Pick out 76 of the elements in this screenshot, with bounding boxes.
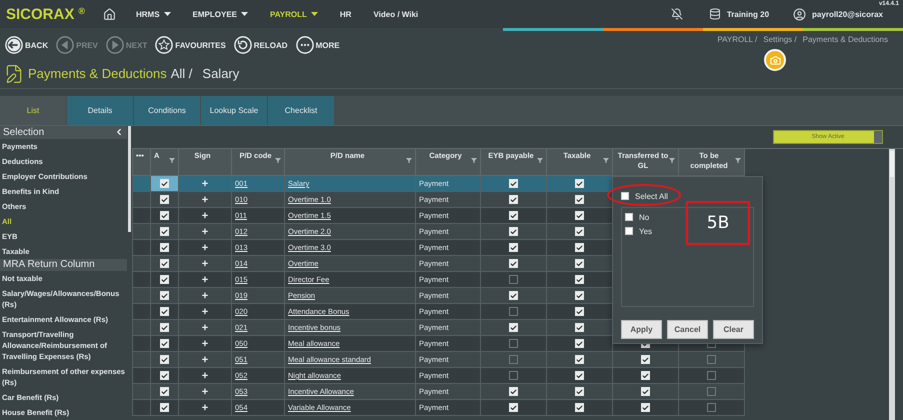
filter-icon[interactable] — [275, 158, 281, 163]
filter-icon[interactable] — [735, 158, 741, 163]
popup-button[interactable]: Clear — [713, 320, 754, 339]
plus-sign: + — [202, 242, 208, 254]
tab[interactable]: Lookup Scale — [201, 96, 267, 125]
checkbox[interactable] — [707, 371, 716, 380]
plus-sign: + — [202, 274, 208, 286]
section-title: Selection — [3, 126, 44, 138]
caret-icon — [241, 12, 248, 16]
plus-sign: + — [202, 210, 208, 222]
plus-sign: + — [202, 290, 208, 302]
checkbox[interactable] — [509, 371, 518, 380]
checkbox[interactable] — [509, 339, 518, 348]
plus-sign: + — [202, 338, 208, 350]
popup-button[interactable]: Cancel — [667, 320, 708, 339]
plus-sign: + — [202, 386, 208, 398]
plus-sign: + — [202, 178, 208, 190]
tab[interactable]: List — [0, 96, 66, 125]
caret-icon — [310, 12, 318, 16]
plus-sign: + — [202, 306, 208, 318]
filter-icon[interactable] — [603, 158, 609, 163]
database-icon — [708, 8, 721, 20]
filter-icon[interactable] — [471, 158, 477, 163]
more-icon — [296, 36, 314, 54]
breadcrumb-link[interactable]: PAYROLL / — [717, 35, 758, 44]
section-title: MRA Return Column — [3, 259, 95, 270]
filter-icon[interactable] — [406, 158, 412, 163]
home-icon[interactable] — [102, 8, 116, 20]
popup-button[interactable]: Apply — [621, 320, 662, 339]
nav-menu-item[interactable]: HRMS — [136, 10, 171, 18]
document-edit-icon — [4, 64, 24, 84]
back-arrow-icon — [5, 36, 23, 54]
database-name: Training 20 — [726, 10, 770, 18]
annotation-label: 5B — [686, 201, 750, 245]
plus-sign: + — [202, 258, 208, 270]
tab[interactable]: Checklist — [268, 96, 334, 125]
plus-sign: + — [202, 194, 208, 206]
filter-icon[interactable] — [669, 158, 675, 163]
checkbox[interactable] — [707, 355, 716, 364]
select-all-option[interactable]: Select All — [621, 189, 754, 203]
plus-sign: + — [202, 402, 208, 414]
bell-off-icon[interactable] — [670, 8, 683, 20]
plus-sign: + — [202, 370, 208, 382]
checkbox[interactable] — [509, 275, 518, 284]
tab[interactable]: Conditions — [134, 96, 200, 125]
nav-menu-item[interactable]: PAYROLL — [270, 10, 318, 18]
page-title: Payments & Deductions — [28, 66, 167, 81]
nav-menu-item[interactable]: EMPLOYEE — [192, 10, 248, 18]
plus-sign: + — [202, 226, 208, 238]
breadcrumb-link[interactable]: Settings / — [763, 35, 797, 44]
toolbar-button[interactable]: FAVOURITES — [155, 36, 226, 54]
caret-icon — [164, 12, 171, 16]
filter-icon[interactable] — [537, 158, 543, 163]
checkbox[interactable] — [707, 403, 716, 412]
reload-icon — [234, 36, 252, 54]
checkbox[interactable] — [509, 355, 518, 364]
nav-menu-item[interactable]: HR — [340, 10, 352, 18]
tab[interactable]: Details — [67, 96, 133, 125]
camera-icon — [770, 54, 780, 66]
checkbox[interactable] — [707, 387, 716, 396]
toolbar-button[interactable]: MORE — [296, 36, 340, 54]
camera-button[interactable] — [764, 49, 786, 71]
record-name: Salary — [202, 66, 240, 81]
plus-sign: + — [202, 354, 208, 366]
filter-icon[interactable] — [169, 158, 175, 163]
breadcrumb-link[interactable]: Payments & Deductions — [802, 35, 888, 44]
logo[interactable]: SICORAX ® — [6, 6, 85, 22]
user-name[interactable]: payroll20@sicorax — [812, 10, 883, 18]
nav-menu-item[interactable]: Video / Wiki — [373, 10, 418, 18]
toolbar-button[interactable]: RELOAD — [234, 36, 288, 54]
toolbar-button[interactable]: BACK — [5, 36, 48, 54]
checkbox[interactable] — [509, 307, 518, 316]
filter-label: All / — [170, 66, 192, 81]
collapse-icon[interactable] — [114, 127, 124, 138]
user-icon — [793, 8, 806, 20]
plus-sign: + — [202, 322, 208, 334]
